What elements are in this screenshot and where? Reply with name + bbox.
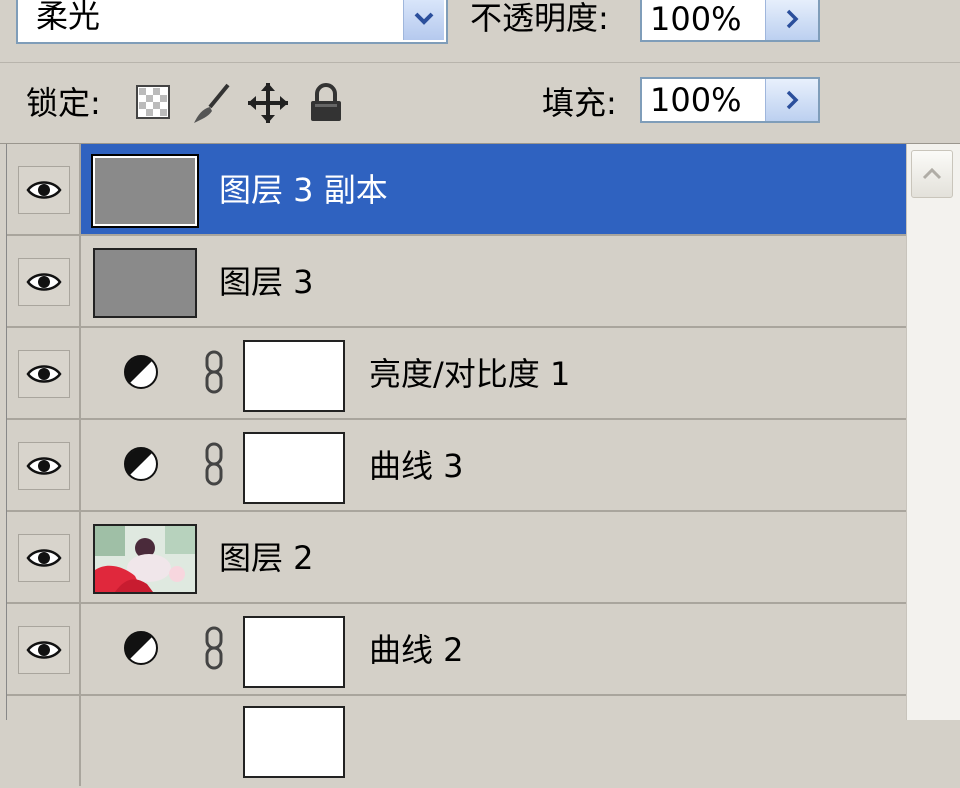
layer-row[interactable] (7, 696, 907, 788)
layer-name: 图层 2 (219, 539, 314, 577)
layer-mask-thumbnail (243, 432, 345, 504)
blend-mode-value: 柔光 (36, 0, 101, 35)
visibility-cell (7, 236, 81, 326)
opacity-slider-arrow-icon[interactable] (765, 0, 818, 40)
eye-icon[interactable] (18, 442, 70, 490)
chain-link-icon[interactable] (203, 350, 225, 394)
opacity-label: 不透明度: (470, 0, 609, 37)
scroll-up-button[interactable] (911, 150, 953, 198)
eye-icon[interactable] (18, 258, 70, 306)
opacity-field[interactable]: 100% (640, 0, 820, 42)
layer-thumbnail (91, 154, 199, 228)
layer-row[interactable]: 曲线 2 (7, 604, 907, 696)
layers-scrollbar[interactable] (906, 144, 960, 720)
layer-mask-thumbnail (243, 616, 345, 688)
eye-icon[interactable] (18, 626, 70, 674)
layer-name: 图层 3 (219, 263, 314, 301)
lock-pixels-brush-icon[interactable] (190, 81, 234, 125)
lock-row: 锁定: 填充: 100% (0, 63, 960, 144)
adjustment-layer-icon (123, 446, 159, 482)
layer-thumbnail (93, 248, 197, 318)
layer-row[interactable]: 图层 3 副本 (7, 144, 907, 236)
lock-all-padlock-icon[interactable] (306, 81, 346, 125)
layer-name: 曲线 3 (369, 447, 464, 485)
adjustment-layer-icon (123, 630, 159, 666)
eye-icon[interactable] (18, 534, 70, 582)
layer-name: 曲线 2 (369, 631, 464, 669)
visibility-cell (7, 696, 81, 786)
fill-label: 填充: (542, 84, 617, 122)
photo-thumbnail (93, 524, 197, 594)
layer-mask-thumbnail (243, 340, 345, 412)
layer-name: 图层 3 副本 (219, 171, 388, 209)
fill-field[interactable]: 100% (640, 77, 820, 123)
opacity-value: 100% (650, 0, 742, 38)
visibility-cell (7, 604, 81, 694)
layer-options-bar: 柔光 不透明度: 100% (0, 0, 960, 63)
visibility-cell (7, 328, 81, 418)
fill-slider-arrow-icon[interactable] (765, 79, 818, 121)
visibility-cell (7, 144, 81, 234)
layer-row[interactable]: 亮度/对比度 1 (7, 328, 907, 420)
layer-row[interactable]: 曲线 3 (7, 420, 907, 512)
layer-mask-thumbnail (243, 706, 345, 778)
visibility-cell (7, 420, 81, 510)
lock-position-move-icon[interactable] (246, 81, 290, 125)
lock-label: 锁定: (26, 84, 101, 122)
lock-transparency-icon[interactable] (136, 85, 170, 119)
layers-list: 图层 3 副本 图层 3 亮度/对比度 1 曲线 3 图层 2 曲线 2 (6, 144, 907, 786)
layer-row[interactable]: 图层 3 (7, 236, 907, 328)
adjustment-layer-icon (123, 354, 159, 390)
chain-link-icon[interactable] (203, 442, 225, 486)
layer-name: 亮度/对比度 1 (369, 355, 571, 393)
eye-icon[interactable] (18, 166, 70, 214)
visibility-cell (7, 512, 81, 602)
eye-icon[interactable] (18, 350, 70, 398)
layer-row[interactable]: 图层 2 (7, 512, 907, 604)
blend-mode-dropdown[interactable]: 柔光 (16, 0, 448, 44)
chain-link-icon[interactable] (203, 626, 225, 670)
fill-value: 100% (650, 81, 742, 119)
chevron-down-icon[interactable] (403, 0, 444, 40)
